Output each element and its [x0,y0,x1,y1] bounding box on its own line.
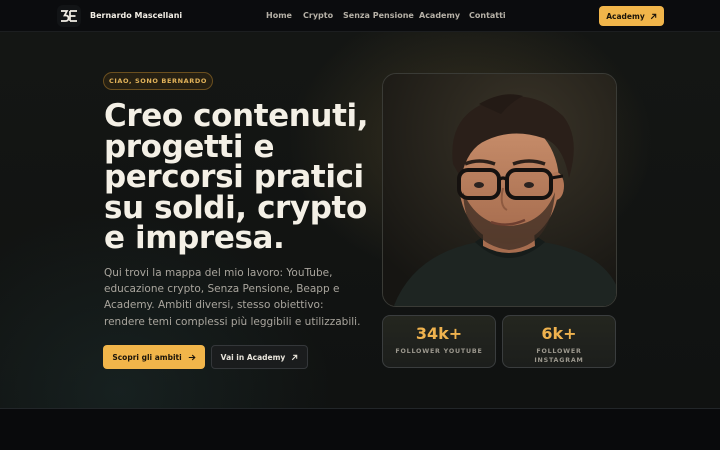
nav-link-crypto[interactable]: Crypto [303,11,333,20]
portrait-illustration [383,74,616,306]
stat-value: 34k+ [415,324,463,343]
nav-link-academy[interactable]: Academy [419,11,460,20]
portrait-photo [382,73,617,307]
nav-link-senza-pensione[interactable]: Senza Pensione [343,11,414,20]
stat-label: FOLLOWER INSTAGRAM [534,348,584,364]
logo-icon[interactable] [57,5,81,27]
stat-label: FOLLOWER YOUTUBE [395,348,483,355]
top-navbar: Bernardo Mascellani Home Crypto Senza Pe… [0,0,720,32]
hero-intro-text: Qui trovi la mappa del mio lavoro: YouTu… [104,267,361,328]
nav-link-contatti[interactable]: Contatti [469,11,506,20]
arrow-up-right-icon [650,13,656,19]
arrow-right-icon [188,354,196,360]
discover-areas-label: Scopri gli ambiti [112,352,182,362]
stat-value: 6k+ [541,324,577,343]
nav-link-home[interactable]: Home [266,11,292,20]
arrow-up-right-icon [292,354,298,360]
go-to-academy-label: Vai in Academy [220,352,286,362]
hero-headline: Creo contenuti, progetti e percorsi prat… [104,98,369,256]
intro-eyebrow-badge: CIAO, SONO BERNARDO [103,72,213,90]
go-to-academy-button[interactable]: Vai in Academy [211,345,308,369]
academy-cta-button[interactable]: Academy [599,6,664,26]
academy-cta-label: Academy [606,11,645,21]
next-section-band [0,409,720,450]
discover-areas-button[interactable]: Scopri gli ambiti [103,345,205,369]
stat-card-youtube: 34k+ FOLLOWER YOUTUBE [382,315,496,368]
stat-card-instagram: 6k+ FOLLOWER INSTAGRAM [502,315,616,368]
brand-name[interactable]: Bernardo Mascellani [90,11,182,20]
